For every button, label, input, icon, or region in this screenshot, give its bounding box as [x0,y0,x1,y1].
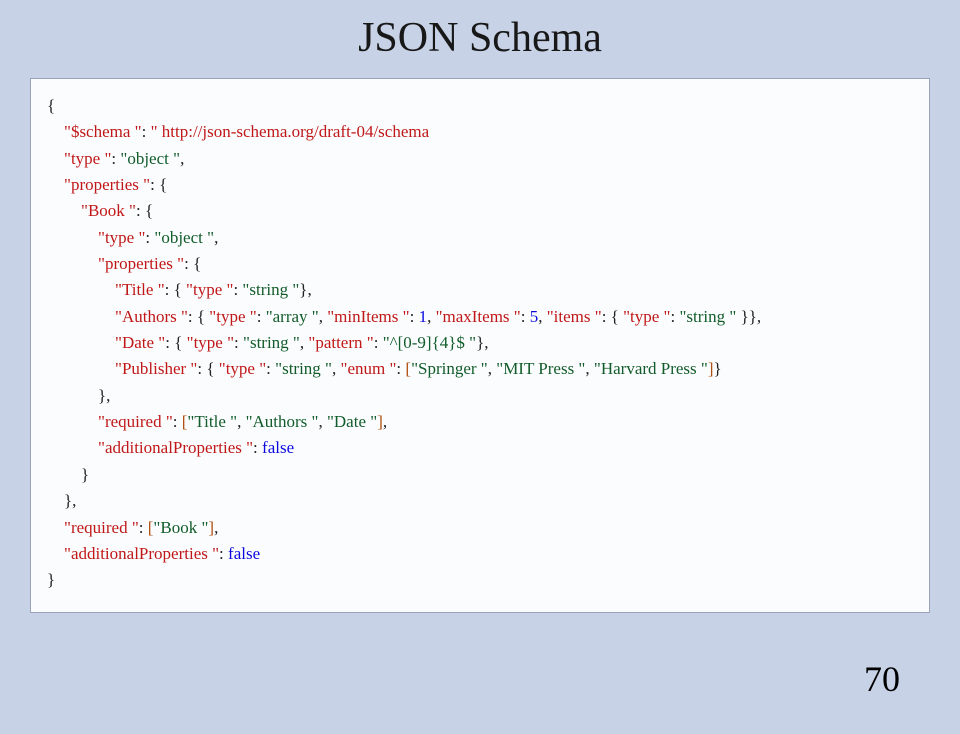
code-block: { "$schema ": " http://json-schema.org/d… [30,78,930,613]
page-number: 70 [864,658,900,700]
slide-title: JSON Schema [0,14,960,62]
